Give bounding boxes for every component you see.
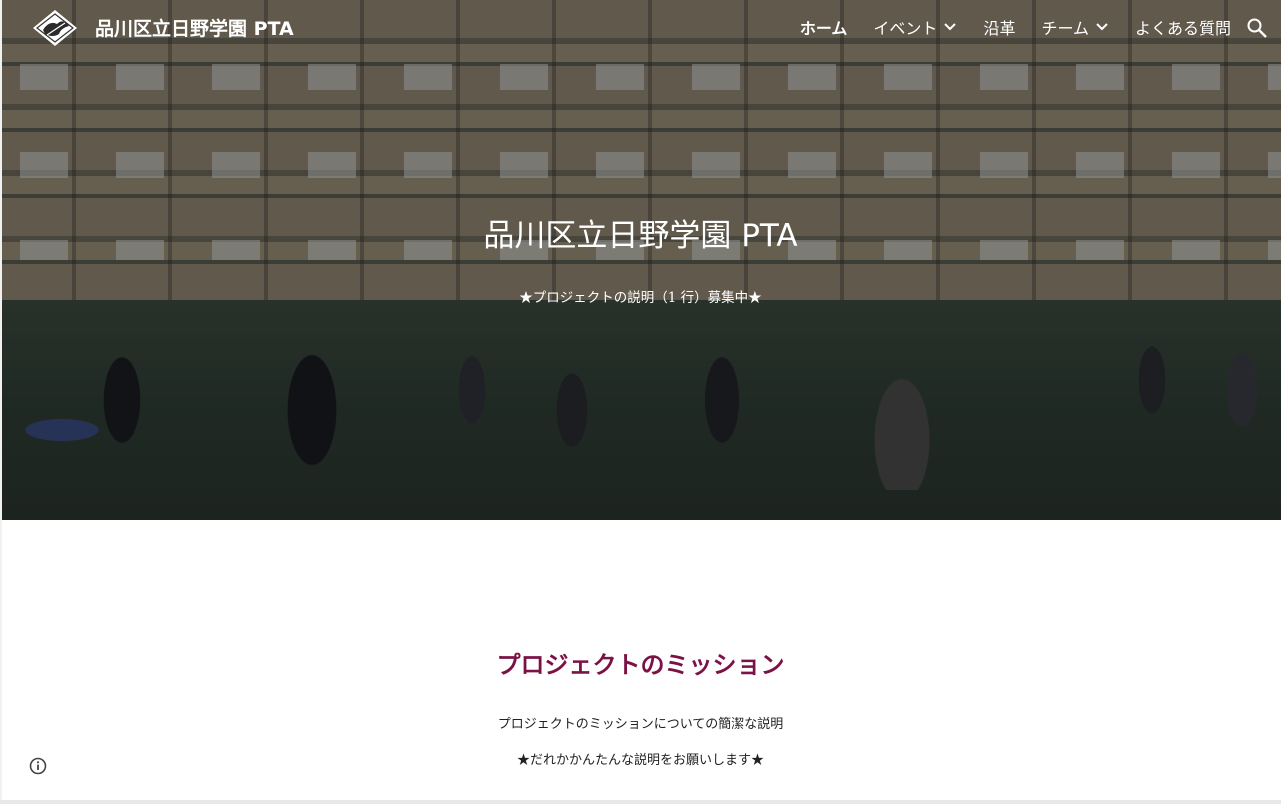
nav-item-events[interactable]: イベント <box>873 15 957 39</box>
bottom-divider <box>0 800 1281 804</box>
school-emblem-icon[interactable] <box>31 8 79 48</box>
site-title[interactable]: 品川区立日野学園 PTA <box>95 14 294 41</box>
nav-item-label: ホーム <box>799 19 848 38</box>
info-icon[interactable] <box>28 756 48 776</box>
chevron-down-icon <box>944 23 957 31</box>
mission-note: ★だれかかんたんな説明をお願いします★ <box>516 753 764 768</box>
nav-item-faq[interactable]: よくある質問 <box>1135 15 1231 39</box>
nav-item-label: よくある質問 <box>1134 19 1231 38</box>
search-icon[interactable] <box>1245 16 1269 40</box>
hero-subtitle: ★プロジェクトの説明（1 行）募集中★ <box>519 290 762 306</box>
hero-title: 品川区立日野学園 PTA <box>483 218 798 254</box>
nav-item-home[interactable]: ホーム <box>800 15 848 39</box>
main-nav: ホーム イベント 沿革 チーム よくある質問 <box>774 15 1231 39</box>
nav-item-label: 沿革 <box>983 19 1016 38</box>
chevron-down-icon <box>1096 23 1108 31</box>
nav-item-label: チーム <box>1041 19 1089 38</box>
mission-heading: プロジェクトのミッション <box>496 651 785 679</box>
hero-banner-image <box>2 0 1281 520</box>
nav-item-label: イベント <box>873 19 938 38</box>
mission-description: プロジェクトのミッションについての簡潔な説明 <box>497 717 784 732</box>
hero-overlay <box>2 0 1281 520</box>
site-header: 品川区立日野学園 PTA ホーム イベント 沿革 チーム よくある質問 <box>0 0 1281 56</box>
nav-item-history[interactable]: 沿革 <box>983 15 1015 39</box>
nav-item-team[interactable]: チーム <box>1041 15 1109 39</box>
